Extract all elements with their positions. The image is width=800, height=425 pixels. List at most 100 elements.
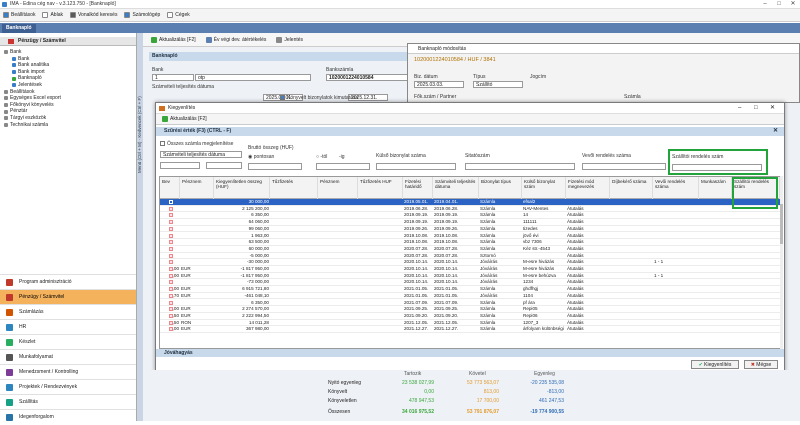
radio-to-label[interactable]: -ig xyxy=(339,154,345,160)
date-to-input[interactable] xyxy=(206,162,242,169)
nav-section[interactable]: HR xyxy=(0,319,136,334)
account-field[interactable]: 1020001224010584 xyxy=(326,74,411,81)
dialog-maximize-icon[interactable]: □ xyxy=(754,103,758,114)
radio-from[interactable]: ○ -tól xyxy=(316,154,327,160)
table-row[interactable]: 30 000,00 2019.05.01. 2019.04.01. Számla efs… xyxy=(160,199,780,206)
close-icon[interactable]: ✕ xyxy=(786,0,800,9)
column-header[interactable]: Tűzfizetés HUF xyxy=(358,177,403,199)
column-header[interactable]: Munkaszám xyxy=(699,177,732,199)
tree-item[interactable]: Tárgyi eszközök xyxy=(2,115,134,122)
nav-section[interactable]: Projektek / Rendezvények xyxy=(0,379,136,394)
table-row[interactable]: ,00 EUR -1 817 950,00 2020.10.14. 2020.10.14… xyxy=(160,266,780,273)
tree-item[interactable]: Banknapló xyxy=(2,75,134,82)
toolbar-item-3[interactable]: Számológép xyxy=(124,12,160,18)
toolbar-item-4[interactable]: Cégek xyxy=(167,12,190,18)
gross-amount-input[interactable] xyxy=(248,163,302,170)
nav-section[interactable]: Szállítás xyxy=(0,394,136,409)
show-all-checkbox[interactable] xyxy=(160,141,165,147)
nav-section[interactable]: Menedzsment / Kontrolling xyxy=(0,364,136,379)
type-select[interactable]: Szállító xyxy=(473,81,523,88)
table-row[interactable]: ,00 EUR 367 980,00 2021.12.27. 2021.12.27. Sz… xyxy=(160,326,780,333)
table-row[interactable]: 63 500,00 2019.10.08. 2019.10.08. Számla vbz… xyxy=(160,239,780,246)
doc-date-field[interactable]: 2025.03.03. xyxy=(414,81,464,88)
ext-doc-input[interactable] xyxy=(376,163,456,170)
tree-item[interactable]: Pénztár xyxy=(2,108,134,115)
buyer-order-input[interactable] xyxy=(582,163,666,170)
maximize-icon[interactable]: □ xyxy=(772,0,786,9)
dialog-refresh-button[interactable]: Aktualizálás [F2] xyxy=(162,116,207,122)
column-header[interactable]: Kiegyenlítetlen összeg (HUF) xyxy=(214,177,270,199)
tree-item[interactable]: Bank xyxy=(2,49,134,56)
tree-item[interactable]: Egységes Excel export xyxy=(2,95,134,102)
table-row[interactable]: -73 000,00 2020.10.14. 2020.10.14. Jóváírás… xyxy=(160,279,780,287)
table-row[interactable]: 60 000,00 2020.07.28. 2020.07.28. Számla Kéz… xyxy=(160,246,780,253)
report-button[interactable]: Jelentés xyxy=(276,36,303,43)
tree-item[interactable]: Bank xyxy=(2,56,134,63)
minimize-icon[interactable]: – xyxy=(758,0,772,9)
bank-code-field[interactable]: 1 xyxy=(152,74,194,81)
cancel-button[interactable]: ✖ Mégse xyxy=(744,360,778,369)
table-row[interactable]: 99 060,00 2019.09.26. 2019.09.26. Számla tiz… xyxy=(160,226,780,233)
bank-name-field[interactable]: otp xyxy=(195,74,311,81)
table-row[interactable]: -30 000,00 2020.10.14. 2020.10.14. Jóváírás… xyxy=(160,259,780,266)
year-end-revaluation-button[interactable]: Év végi dev. átértékelés xyxy=(205,36,266,43)
table-row[interactable]: ,70 EUR -461 048,10 2021.01.05. 2021.01.05. J… xyxy=(160,293,780,300)
column-header[interactable]: Pénznem xyxy=(180,177,214,199)
gross-amount-to-input[interactable] xyxy=(316,163,370,170)
table-row[interactable]: 64 060,00 2019.09.19. 2019.09.19. Számla 111… xyxy=(160,219,780,226)
show-all-row[interactable]: Összes számla megjelenítése xyxy=(160,141,233,147)
toolbar-item-1[interactable]: Ablak xyxy=(42,12,63,18)
toolbar-item-2[interactable]: Vonalkód keresés xyxy=(69,12,117,18)
table-row[interactable]: 6 350,00 2021.07.09. 2021.07.09. Számla pf á… xyxy=(160,300,780,307)
column-header[interactable]: Számviteli teljesítés dátuma xyxy=(433,177,479,199)
supplier-order-input[interactable] xyxy=(672,164,762,171)
refresh-button[interactable]: Aktualizálás [F2] xyxy=(151,36,196,43)
booked-checkbox-row[interactable]: Könyvelt bizonylatok kimutatása xyxy=(280,95,358,101)
radio-exact[interactable]: ◉ pontosan xyxy=(248,154,274,160)
tree-item[interactable]: Jelentések xyxy=(2,82,134,89)
nav-section[interactable]: Munkafolyamat xyxy=(0,349,136,364)
nav-section[interactable]: Pénzügy / Számvitel xyxy=(0,289,136,304)
column-header[interactable]: Pénznem xyxy=(318,177,358,199)
settle-button[interactable]: ✔ Kiegyenlítés xyxy=(691,360,739,369)
nav-section[interactable]: Számlázás xyxy=(0,304,136,319)
tree-item[interactable]: Bank analitika xyxy=(2,62,134,69)
table-cell: jövő évi xyxy=(523,232,539,238)
tree-item[interactable]: Beállítások xyxy=(2,89,134,96)
grid-scroll-thumb[interactable] xyxy=(780,204,783,244)
collapse-icon[interactable]: ✕ xyxy=(773,127,778,136)
tree-item[interactable]: Bank import xyxy=(2,69,134,76)
table-row[interactable]: ,50 EUR 2 222 994,50 2021.09.20. 2021.09.20.… xyxy=(160,313,780,320)
column-header[interactable]: Bizonylat típus xyxy=(479,177,522,199)
table-row[interactable]: ,00 EUR -1 817 950,00 2020.10.14. 2020.10.14… xyxy=(160,273,780,280)
column-header[interactable]: Fizetési mód megnevezés xyxy=(566,177,610,199)
doc-no-input[interactable] xyxy=(465,163,575,170)
column-header[interactable]: Díjbekérő száma xyxy=(610,177,653,199)
nav-section[interactable]: Készlet xyxy=(0,334,136,349)
table-row[interactable]: ,00 EUR 6 915 721,80 2021.01.05. 2021.01.05.… xyxy=(160,286,780,293)
column-header[interactable]: Fizetési határidő xyxy=(403,177,433,199)
table-cell xyxy=(653,306,699,313)
table-row[interactable]: 1 963,00 2019.10.08. 2019.10.08. Számla jövő… xyxy=(160,233,780,240)
column-header[interactable]: Külső bizonylat szám xyxy=(522,177,566,199)
dialog-minimize-icon[interactable]: – xyxy=(738,103,741,114)
tree-item[interactable]: Technikai számla xyxy=(2,122,134,129)
nav-section[interactable]: Program adminisztráció xyxy=(0,274,136,289)
table-row[interactable]: ,50 RON 14 011,28 2021.12.05. 2021.12.05. Szá… xyxy=(160,320,780,327)
table-row[interactable]: ,00 EUR 2 274 570,00 2021.09.25. 2021.09.25.… xyxy=(160,306,780,313)
table-row[interactable]: 2 125 200,00 2019.06.28. 2019.06.28. Számla… xyxy=(160,206,780,213)
grid-scrollbar[interactable] xyxy=(780,176,783,349)
date-from-input[interactable] xyxy=(160,162,200,169)
column-header[interactable]: Bev xyxy=(160,177,180,199)
table-row[interactable]: 6 350,00 2019.09.19. 2019.09.19. Számla 14 Át… xyxy=(160,212,780,220)
dialog-close-icon[interactable]: ✕ xyxy=(770,103,775,114)
date-type-select[interactable]: Számviteli teljesítés dátuma xyxy=(160,151,242,158)
nav-section[interactable]: Idegenforgalom xyxy=(0,409,136,424)
column-header[interactable]: Tűzfizetés xyxy=(270,177,318,199)
table-row[interactable]: -5 000,00 2020.07.28. 2020.07.28. Sztornó Át… xyxy=(160,253,780,260)
tab-banknaplo[interactable]: Banknapló xyxy=(2,24,36,33)
toolbar-item-0[interactable]: Beállítások xyxy=(3,12,35,18)
column-header[interactable]: Vevői rendelés száma xyxy=(653,177,699,199)
tree-item[interactable]: Főkönyvi könyvelés xyxy=(2,102,134,109)
booked-checkbox[interactable] xyxy=(280,95,285,101)
